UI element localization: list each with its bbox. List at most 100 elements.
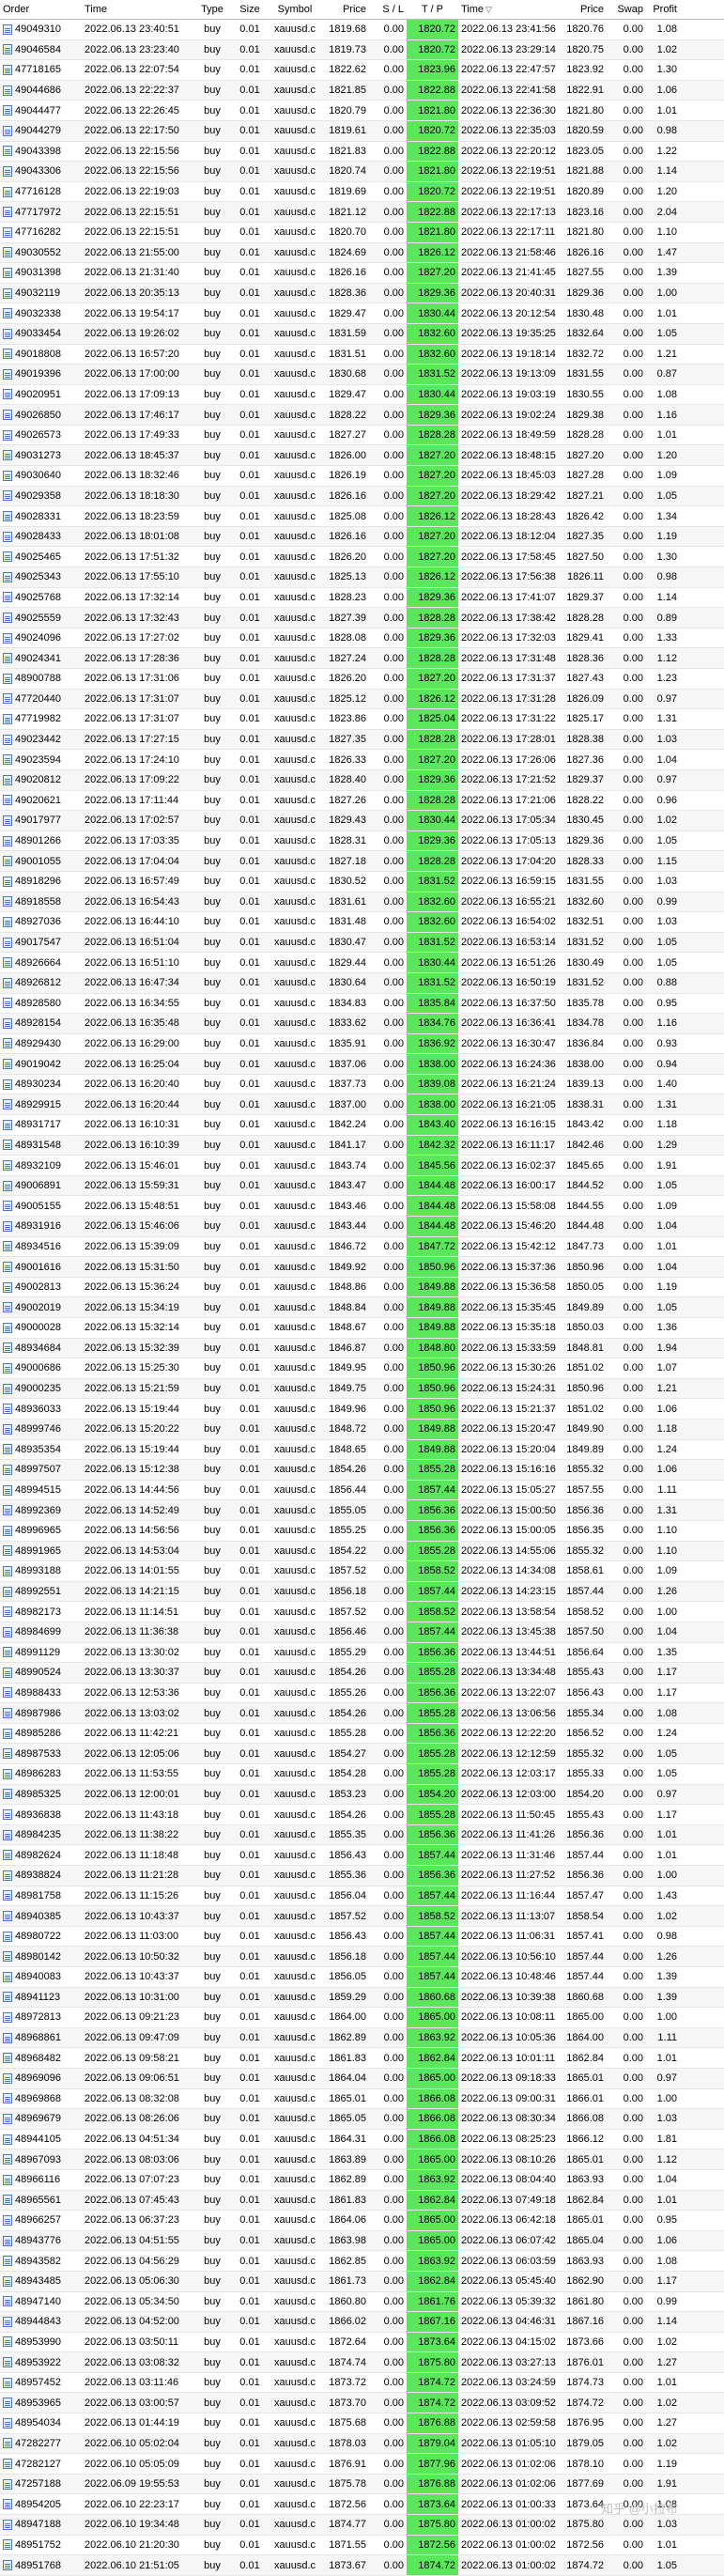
table-row[interactable]: 48929915 2022.06.13 16:20:44 buy 0.01 xauusd… xyxy=(0,1094,724,1116)
table-row[interactable]: 49028331 2022.06.13 18:23:59 buy 0.01 xauusd… xyxy=(0,506,724,527)
table-row[interactable]: 49044279 2022.06.13 22:17:50 buy 0.01 xauusd… xyxy=(0,120,724,142)
table-row[interactable]: 48982173 2022.06.13 11:14:51 buy 0.01 xauusd… xyxy=(0,1602,724,1622)
table-row[interactable]: 49025768 2022.06.13 17:32:14 buy 0.01 xauusd… xyxy=(0,587,724,609)
table-row[interactable]: 48927036 2022.06.13 16:44:10 buy 0.01 xauusd… xyxy=(0,912,724,933)
table-row[interactable]: 48936033 2022.06.13 15:19:44 buy 0.01 xauusd… xyxy=(0,1399,724,1420)
table-row[interactable]: 48994515 2022.06.13 14:44:56 buy 0.01 xauusd… xyxy=(0,1480,724,1501)
table-row[interactable]: 48947140 2022.06.13 05:34:50 buy 0.01 xauusd… xyxy=(0,2291,724,2313)
table-row[interactable]: 47282127 2022.06.10 05:05:09 buy 0.01 xauusd… xyxy=(0,2454,724,2475)
table-row[interactable]: 48992551 2022.06.13 14:21:15 buy 0.01 xauusd… xyxy=(0,1581,724,1603)
table-row[interactable]: 48982624 2022.06.13 11:18:48 buy 0.01 xauusd… xyxy=(0,1845,724,1867)
table-row[interactable]: 48928580 2022.06.13 16:34:55 buy 0.01 xauusd… xyxy=(0,993,724,1015)
table-row[interactable]: 47716128 2022.06.13 22:19:03 buy 0.01 xauusd… xyxy=(0,181,724,203)
table-row[interactable]: 48981758 2022.06.13 11:15:26 buy 0.01 xauusd… xyxy=(0,1885,724,1907)
table-row[interactable]: 48929430 2022.06.13 16:29:00 buy 0.01 xauusd… xyxy=(0,1033,724,1055)
col-tp[interactable]: T / P xyxy=(407,0,458,19)
table-row[interactable]: 49030640 2022.06.13 18:32:46 buy 0.01 xauusd… xyxy=(0,466,724,487)
table-row[interactable]: 48985286 2022.06.13 11:42:21 buy 0.01 xauusd… xyxy=(0,1723,724,1745)
table-row[interactable]: 48996965 2022.06.13 14:56:56 buy 0.01 xauusd… xyxy=(0,1520,724,1542)
table-row[interactable]: 48943582 2022.06.13 04:56:29 buy 0.01 xauusd… xyxy=(0,2251,724,2272)
table-row[interactable]: 48953922 2022.06.13 03:08:32 buy 0.01 xauusd… xyxy=(0,2352,724,2373)
table-row[interactable]: 48938824 2022.06.13 11:21:28 buy 0.01 xauusd… xyxy=(0,1866,724,1886)
table-row[interactable]: 49031398 2022.06.13 21:31:40 buy 0.01 xauusd… xyxy=(0,263,724,284)
table-row[interactable]: 48999746 2022.06.13 15:20:22 buy 0.01 xauusd… xyxy=(0,1419,724,1440)
table-row[interactable]: 49020812 2022.06.13 17:09:22 buy 0.01 xauusd… xyxy=(0,769,724,791)
table-row[interactable]: 48984235 2022.06.13 11:38:22 buy 0.01 xauusd… xyxy=(0,1824,724,1846)
table-row[interactable]: 48953990 2022.06.13 03:50:11 buy 0.01 xauusd… xyxy=(0,2332,724,2353)
table-row[interactable]: 49017977 2022.06.13 17:02:57 buy 0.01 xauusd… xyxy=(0,811,724,831)
table-row[interactable]: 49001055 2022.06.13 17:04:04 buy 0.01 xauusd… xyxy=(0,851,724,872)
col-close-price[interactable]: Price xyxy=(560,4,607,15)
table-row[interactable]: 49000028 2022.06.13 15:32:14 buy 0.01 xauusd… xyxy=(0,1318,724,1339)
table-row[interactable]: 48965561 2022.06.13 07:45:43 buy 0.01 xauusd… xyxy=(0,2190,724,2211)
col-type[interactable]: Type xyxy=(193,4,231,15)
table-row[interactable]: 48969868 2022.06.13 08:32:08 buy 0.01 xauusd… xyxy=(0,2088,724,2110)
table-row[interactable]: 49026573 2022.06.13 17:49:33 buy 0.01 xauusd… xyxy=(0,425,724,446)
table-row[interactable]: 49000235 2022.06.13 15:21:59 buy 0.01 xauusd… xyxy=(0,1378,724,1400)
table-row[interactable]: 49019396 2022.06.13 17:00:00 buy 0.01 xauusd… xyxy=(0,365,724,385)
table-row[interactable]: 48931717 2022.06.13 16:10:31 buy 0.01 xauusd… xyxy=(0,1115,724,1136)
table-row[interactable]: 48987533 2022.06.13 12:05:06 buy 0.01 xauusd… xyxy=(0,1744,724,1765)
table-row[interactable]: 49002813 2022.06.13 15:36:24 buy 0.01 xauusd… xyxy=(0,1277,724,1298)
table-row[interactable]: 48941123 2022.06.13 10:31:00 buy 0.01 xauusd… xyxy=(0,1987,724,2009)
table-row[interactable]: 48984699 2022.06.13 11:36:38 buy 0.01 xauusd… xyxy=(0,1622,724,1643)
table-row[interactable]: 49017547 2022.06.13 16:51:04 buy 0.01 xauusd… xyxy=(0,932,724,954)
table-row[interactable]: 48990524 2022.06.13 13:30:37 buy 0.01 xauusd… xyxy=(0,1663,724,1684)
col-order[interactable]: Order xyxy=(0,4,82,15)
table-row[interactable]: 49001616 2022.06.13 15:31:50 buy 0.01 xauusd… xyxy=(0,1257,724,1278)
table-row[interactable]: 48986283 2022.06.13 11:53:55 buy 0.01 xauusd… xyxy=(0,1764,724,1785)
table-row[interactable]: 49030552 2022.06.13 21:55:00 buy 0.01 xauusd… xyxy=(0,242,724,264)
table-row[interactable]: 48969096 2022.06.13 09:06:51 buy 0.01 xauusd… xyxy=(0,2068,724,2089)
table-row[interactable]: 47716282 2022.06.13 22:15:51 buy 0.01 xauusd… xyxy=(0,222,724,243)
table-row[interactable]: 48987986 2022.06.13 13:03:02 buy 0.01 xauusd… xyxy=(0,1703,724,1724)
table-row[interactable]: 48951768 2022.06.10 21:51:05 buy 0.01 xauusd… xyxy=(0,2555,724,2576)
col-profit[interactable]: Profit xyxy=(646,4,680,15)
table-row[interactable]: 49018808 2022.06.13 16:57:20 buy 0.01 xauusd… xyxy=(0,344,724,365)
table-row[interactable]: 48988433 2022.06.13 12:53:36 buy 0.01 xauusd… xyxy=(0,1683,724,1704)
table-row[interactable]: 48926664 2022.06.13 16:51:10 buy 0.01 xauusd… xyxy=(0,953,724,973)
table-row[interactable]: 49046584 2022.06.13 23:23:40 buy 0.01 xauusd… xyxy=(0,39,724,61)
table-row[interactable]: 48935354 2022.06.13 15:19:44 buy 0.01 xauusd… xyxy=(0,1439,724,1461)
table-row[interactable]: 49032338 2022.06.13 19:54:17 buy 0.01 xauusd… xyxy=(0,303,724,324)
table-row[interactable]: 48954034 2022.06.13 01:44:19 buy 0.01 xauusd… xyxy=(0,2413,724,2434)
col-open-time[interactable]: Time xyxy=(82,4,193,15)
table-row[interactable]: 49023442 2022.06.13 17:27:15 buy 0.01 xauusd… xyxy=(0,729,724,751)
table-row[interactable]: 48992369 2022.06.13 14:52:49 buy 0.01 xauusd… xyxy=(0,1500,724,1521)
table-row[interactable]: 49032119 2022.06.13 20:35:13 buy 0.01 xauusd… xyxy=(0,283,724,304)
table-row[interactable]: 48940385 2022.06.13 10:43:37 buy 0.01 xauusd… xyxy=(0,1906,724,1927)
table-row[interactable]: 49025465 2022.06.13 17:51:32 buy 0.01 xauusd… xyxy=(0,547,724,568)
table-row[interactable]: 49024096 2022.06.13 17:27:02 buy 0.01 xauusd… xyxy=(0,628,724,649)
table-row[interactable]: 48918558 2022.06.13 16:54:43 buy 0.01 xauusd… xyxy=(0,892,724,913)
table-row[interactable]: 49023594 2022.06.13 17:24:10 buy 0.01 xauusd… xyxy=(0,750,724,770)
table-row[interactable]: 48966116 2022.06.13 07:07:23 buy 0.01 xauusd… xyxy=(0,2169,724,2191)
table-row[interactable]: 49049310 2022.06.13 23:40:51 buy 0.01 xauusd… xyxy=(0,20,724,40)
table-row[interactable]: 48993188 2022.06.13 14:01:55 buy 0.01 xauusd… xyxy=(0,1561,724,1582)
table-row[interactable]: 47282277 2022.06.10 05:02:04 buy 0.01 xauusd… xyxy=(0,2433,724,2455)
col-open-price[interactable]: Price xyxy=(321,4,369,15)
table-row[interactable]: 48968482 2022.06.13 09:58:21 buy 0.01 xauusd… xyxy=(0,2048,724,2069)
table-row[interactable]: 48957452 2022.06.13 03:11:46 buy 0.01 xauusd… xyxy=(0,2372,724,2394)
table-row[interactable]: 49044477 2022.06.13 22:26:45 buy 0.01 xauusd… xyxy=(0,101,724,121)
col-symbol[interactable]: Symbol xyxy=(269,4,321,15)
table-row[interactable]: 48980142 2022.06.13 10:50:32 buy 0.01 xauusd… xyxy=(0,1947,724,1967)
table-row[interactable]: 48985325 2022.06.13 12:00:01 buy 0.01 xauusd… xyxy=(0,1784,724,1806)
col-close-time[interactable]: Time ▽ xyxy=(458,4,560,15)
table-row[interactable]: 49024341 2022.06.13 17:28:36 buy 0.01 xauusd… xyxy=(0,648,724,669)
table-row[interactable]: 48934516 2022.06.13 15:39:09 buy 0.01 xauusd… xyxy=(0,1236,724,1258)
table-row[interactable]: 47719982 2022.06.13 17:31:07 buy 0.01 xauusd… xyxy=(0,709,724,730)
table-row[interactable]: 48928154 2022.06.13 16:35:48 buy 0.01 xauusd… xyxy=(0,1014,724,1034)
table-row[interactable]: 48943485 2022.06.13 05:06:30 buy 0.01 xauusd… xyxy=(0,2271,724,2292)
table-row[interactable]: 49025343 2022.06.13 17:55:10 buy 0.01 xauusd… xyxy=(0,567,724,588)
table-row[interactable]: 49043306 2022.06.13 22:15:56 buy 0.01 xauusd… xyxy=(0,162,724,182)
table-row[interactable]: 48951752 2022.06.10 21:20:30 buy 0.01 xauusd… xyxy=(0,2535,724,2556)
table-row[interactable]: 48932109 2022.06.13 15:46:01 buy 0.01 xauusd… xyxy=(0,1156,724,1176)
table-row[interactable]: 48943776 2022.06.13 04:51:55 buy 0.01 xauusd… xyxy=(0,2230,724,2252)
table-row[interactable]: 48900788 2022.06.13 17:31:06 buy 0.01 xauusd… xyxy=(0,669,724,690)
table-row[interactable]: 49002019 2022.06.13 15:34:19 buy 0.01 xauusd… xyxy=(0,1297,724,1318)
table-row[interactable]: 49020951 2022.06.13 17:09:13 buy 0.01 xauusd… xyxy=(0,384,724,406)
table-row[interactable]: 48947188 2022.06.10 19:34:48 buy 0.01 xauusd… xyxy=(0,2515,724,2536)
table-row[interactable]: 47257188 2022.06.09 19:55:53 buy 0.01 xauusd… xyxy=(0,2474,724,2495)
table-row[interactable]: 48901266 2022.06.13 17:03:35 buy 0.01 xauusd… xyxy=(0,830,724,852)
table-row[interactable]: 49000686 2022.06.13 15:25:30 buy 0.01 xauusd… xyxy=(0,1358,724,1379)
table-row[interactable]: 48969679 2022.06.13 08:26:06 buy 0.01 xauusd… xyxy=(0,2109,724,2130)
